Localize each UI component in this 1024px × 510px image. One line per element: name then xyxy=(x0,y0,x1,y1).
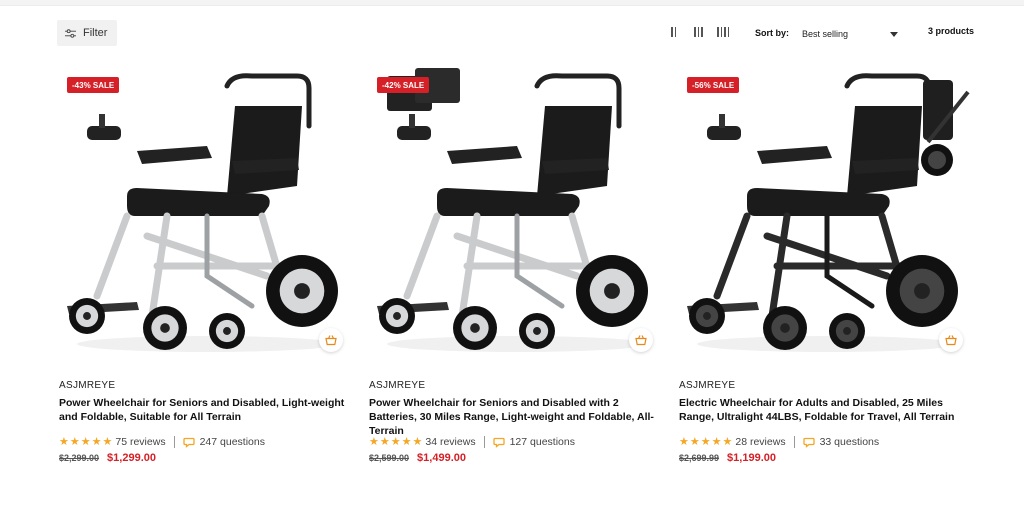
star-icon: ★ xyxy=(59,435,69,448)
sale-badge: -56% SALE xyxy=(687,77,740,93)
sort-select[interactable]: Best selling xyxy=(802,27,898,41)
star-icon: ★ xyxy=(711,435,722,448)
questions-link[interactable]: 247 questions xyxy=(200,436,265,448)
compare-price: $2,599.00 xyxy=(369,453,410,463)
divider xyxy=(793,436,795,448)
sale-badge: -43% SALE xyxy=(67,77,120,93)
star-icon: ★ xyxy=(689,435,700,448)
rating-row: ★ ★ ★ ★ ★ 75 reviews 247 questions xyxy=(59,435,265,449)
star-icon: ★ xyxy=(679,435,689,448)
star-icon: ★ xyxy=(369,435,379,448)
star-icon: ★ xyxy=(700,435,711,448)
price-row: $2,699.99 $1,199.00 xyxy=(679,452,776,464)
product-count: 3 products xyxy=(928,26,975,36)
product-card: -56% SALE ASJMREYE Electric Wheelchair f… xyxy=(677,66,975,476)
product-image[interactable] xyxy=(57,66,355,362)
questions-link[interactable]: 33 questions xyxy=(820,436,880,448)
rating-row: ★ ★ ★ ★ ★ 34 reviews 127 questions xyxy=(369,435,575,449)
chat-bubble-icon xyxy=(492,437,505,448)
star-icon: ★ xyxy=(69,435,80,448)
star-icon: ★ xyxy=(80,435,91,448)
reviews-link[interactable]: 75 reviews xyxy=(115,436,165,448)
header-divider xyxy=(0,0,1024,6)
sale-price: $1,299.00 xyxy=(107,452,156,464)
sort-value: Best selling xyxy=(802,29,849,39)
product-vendor: ASJMREYE xyxy=(369,380,426,391)
divider xyxy=(173,436,175,448)
chat-bubble-icon xyxy=(182,437,195,448)
sale-price: $1,499.00 xyxy=(417,452,466,464)
chevron-down-icon xyxy=(890,31,898,37)
filter-label: Filter xyxy=(83,27,108,39)
star-icon: ★ xyxy=(390,435,401,448)
reviews-link[interactable]: 28 reviews xyxy=(735,436,785,448)
shopping-basket-icon xyxy=(945,335,957,346)
star-icon: ★ xyxy=(412,435,423,448)
star-icon: ★ xyxy=(102,435,113,448)
filter-button[interactable]: Filter xyxy=(57,20,117,46)
sale-price: $1,199.00 xyxy=(727,452,776,464)
add-to-cart-button[interactable] xyxy=(319,328,343,352)
star-rating: ★ ★ ★ ★ ★ xyxy=(679,435,733,448)
add-to-cart-button[interactable] xyxy=(629,328,653,352)
sale-badge: -42% SALE xyxy=(377,77,430,93)
grid-4-columns-icon[interactable] xyxy=(717,27,729,37)
questions-link[interactable]: 127 questions xyxy=(510,436,575,448)
price-row: $2,599.00 $1,499.00 xyxy=(369,452,466,464)
chat-bubble-icon xyxy=(802,437,815,448)
product-image[interactable] xyxy=(367,66,665,362)
compare-price: $2,299.00 xyxy=(59,453,100,463)
add-to-cart-button[interactable] xyxy=(939,328,963,352)
shopping-basket-icon xyxy=(325,335,337,346)
product-image[interactable] xyxy=(677,66,975,362)
product-title[interactable]: Power Wheelchair for Seniors and Disable… xyxy=(59,396,355,424)
price-row: $2,299.00 $1,299.00 xyxy=(59,452,156,464)
shopping-basket-icon xyxy=(635,335,647,346)
wheelchair-illustration xyxy=(687,73,970,352)
product-title[interactable]: Electric Wheelchair for Adults and Disab… xyxy=(679,396,975,424)
product-vendor: ASJMREYE xyxy=(679,380,736,391)
star-icon: ★ xyxy=(91,435,102,448)
grid-2-columns-icon[interactable] xyxy=(671,27,676,37)
star-icon: ★ xyxy=(379,435,390,448)
product-vendor: ASJMREYE xyxy=(59,380,116,391)
product-card: -42% SALE ASJMREYE Power Wheelchair for … xyxy=(367,66,665,476)
rating-row: ★ ★ ★ ★ ★ 28 reviews 33 questions xyxy=(679,435,879,449)
product-card: -43% SALE ASJMREYE Power Wheelchair for … xyxy=(57,66,355,476)
reviews-link[interactable]: 34 reviews xyxy=(425,436,475,448)
star-icon: ★ xyxy=(401,435,412,448)
divider xyxy=(483,436,485,448)
star-icon: ★ xyxy=(722,435,733,448)
sliders-icon xyxy=(65,28,76,38)
grid-3-columns-icon[interactable] xyxy=(694,27,703,37)
compare-price: $2,699.99 xyxy=(679,453,720,463)
product-title[interactable]: Power Wheelchair for Seniors and Disable… xyxy=(369,396,665,438)
wheelchair-illustration xyxy=(67,73,338,352)
star-rating: ★ ★ ★ ★ ★ xyxy=(369,435,423,448)
wheelchair-illustration xyxy=(377,68,648,352)
star-rating: ★ ★ ★ ★ ★ xyxy=(59,435,113,448)
sort-label: Sort by: xyxy=(755,28,790,38)
